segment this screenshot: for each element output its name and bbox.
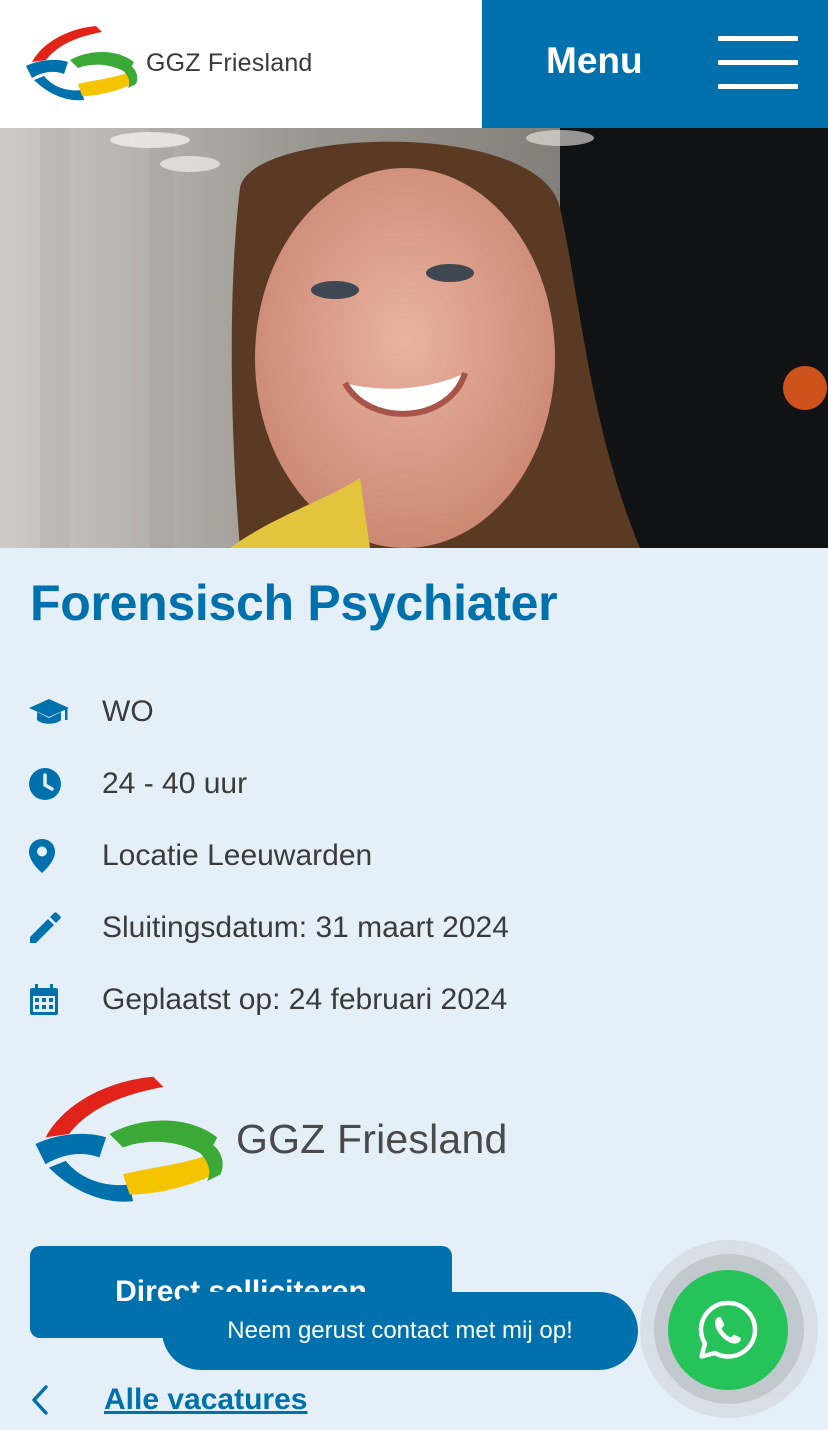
meta-posted-date: Geplaatst op: 24 februari 2024 — [28, 964, 788, 1036]
meta-education-text: WO — [102, 695, 154, 728]
meta-location-text: Locatie Leeuwarden — [102, 839, 373, 872]
job-title: Forensisch Psychiater — [30, 575, 558, 631]
meta-closing-date: Sluitingsdatum: 31 maart 2024 — [28, 892, 788, 964]
ggz-logo-icon — [26, 26, 138, 101]
pencil-icon — [28, 908, 102, 948]
brand-logo[interactable]: GGZ Friesland — [24, 22, 313, 104]
meta-education: WO — [28, 676, 788, 748]
back-to-vacancies[interactable]: Alle vacatures — [30, 1376, 307, 1424]
whatsapp-button[interactable] — [668, 1270, 788, 1390]
graduation-cap-icon — [28, 692, 102, 732]
calendar-icon — [28, 980, 102, 1020]
company-logo-text: GGZ Friesland — [236, 1115, 508, 1162]
clock-icon — [28, 764, 102, 804]
meta-closing-date-text: Sluitingsdatum: 31 maart 2024 — [102, 911, 509, 944]
meta-location: Locatie Leeuwarden — [28, 820, 788, 892]
all-vacancies-link[interactable]: Alle vacatures — [104, 1383, 307, 1417]
ggz-logo-large-icon — [35, 1076, 223, 1202]
company-logo: GGZ Friesland — [30, 1070, 507, 1208]
chat-prompt-bubble[interactable]: Neem gerust contact met mij op! — [162, 1292, 638, 1370]
meta-posted-date-text: Geplaatst op: 24 februari 2024 — [102, 983, 508, 1016]
site-header: GGZ Friesland Menu — [0, 0, 828, 128]
chevron-left-icon — [30, 1385, 104, 1415]
menu-button[interactable]: Menu — [482, 0, 828, 128]
hamburger-icon — [718, 36, 798, 92]
brand-name: GGZ Friesland — [146, 48, 313, 77]
meta-hours-text: 24 - 40 uur — [102, 767, 248, 800]
meta-hours: 24 - 40 uur — [28, 748, 788, 820]
menu-label: Menu — [546, 40, 643, 81]
chat-prompt-text: Neem gerust contact met mij op! — [227, 1317, 573, 1344]
whatsapp-icon — [698, 1300, 758, 1359]
hero-image — [0, 128, 828, 548]
location-pin-icon — [28, 836, 102, 876]
job-meta-list: WO 24 - 40 uur Locatie Leeuwarden Sluiti… — [28, 676, 788, 1036]
